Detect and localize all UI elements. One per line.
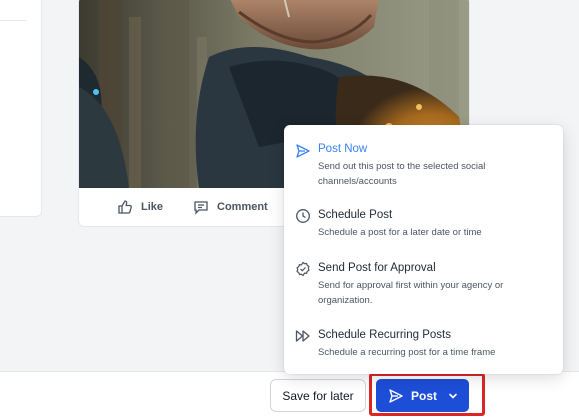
send-icon [296, 144, 310, 158]
comment-icon [194, 201, 208, 215]
menu-item-schedule-post[interactable]: Schedule Post Schedule a post for a late… [284, 207, 563, 243]
comment-label: Comment [217, 201, 268, 213]
post-options-menu: Post Now Send out this post to the selec… [284, 125, 563, 374]
menu-item-description: Send out this post to the selected socia… [318, 161, 486, 187]
post-button[interactable]: Post [376, 379, 469, 412]
chevron-down-icon[interactable] [447, 390, 459, 402]
menu-item-send-for-approval[interactable]: Send Post for Approval Send for approval… [284, 260, 563, 310]
menu-item-schedule-recurring[interactable]: Schedule Recurring Posts Schedule a recu… [284, 327, 563, 363]
menu-item-description: Schedule a post for a later date or time [318, 227, 482, 238]
divider [0, 20, 26, 21]
like-label: Like [141, 201, 164, 213]
thumbs-up-icon [118, 200, 132, 214]
menu-item-title: Schedule Recurring Posts [318, 329, 451, 341]
menu-item-title: Send Post for Approval [318, 262, 436, 274]
send-icon [389, 388, 403, 403]
recurring-forward-icon [295, 330, 310, 342]
menu-item-title: Schedule Post [318, 209, 393, 221]
left-panel [0, 0, 42, 217]
save-for-later-button[interactable]: Save for later [270, 379, 366, 412]
post-button-label: Post [411, 388, 438, 403]
menu-item-post-now[interactable]: Post Now Send out this post to the selec… [284, 141, 563, 187]
clock-icon [296, 209, 310, 223]
menu-item-description: Send for approval first within your agen… [318, 280, 504, 306]
menu-item-title: Post Now [318, 143, 368, 155]
approval-check-icon [296, 261, 310, 277]
menu-item-description: Schedule a recurring post for a time fra… [318, 347, 496, 358]
comment-button[interactable]: Comment [193, 199, 268, 215]
like-button[interactable]: Like [117, 199, 163, 215]
